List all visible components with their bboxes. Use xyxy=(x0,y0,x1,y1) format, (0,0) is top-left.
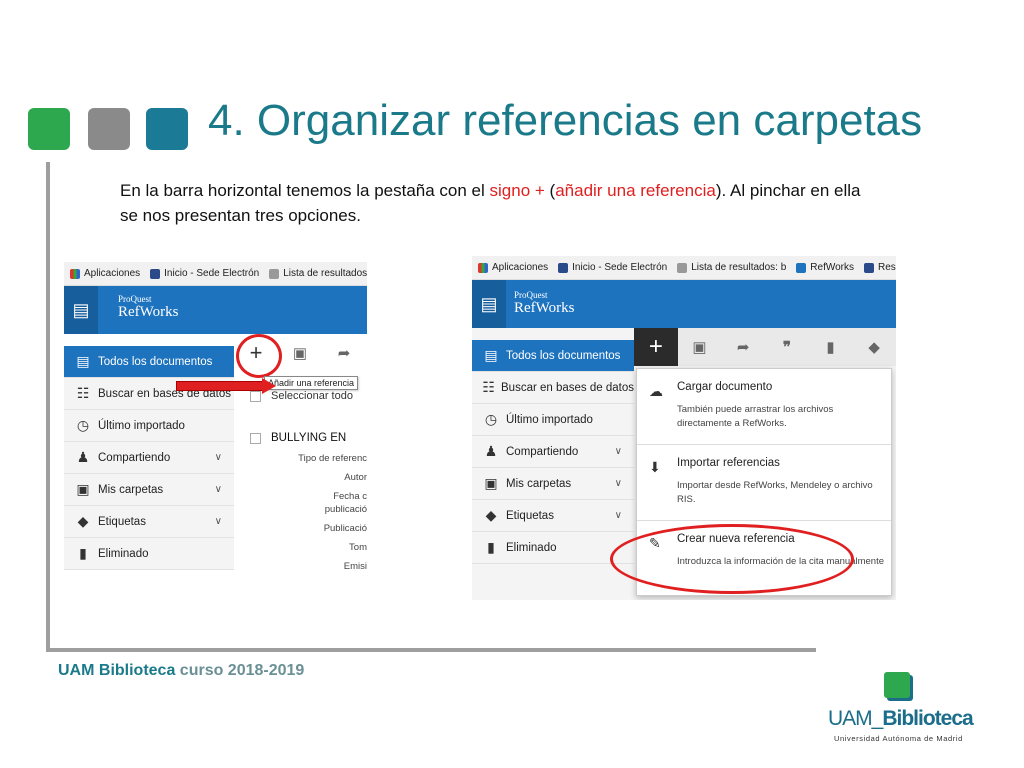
trash-icon: ▮ xyxy=(79,545,87,561)
sidebar-item-carpetas[interactable]: ▣ Mis carpetas ∨ xyxy=(64,474,234,506)
agency-icon xyxy=(558,262,569,273)
teal-square-icon xyxy=(146,108,192,154)
share-icon[interactable]: ➦ xyxy=(322,334,366,372)
users-icon: ♟ xyxy=(484,443,498,459)
trash-icon: ▮ xyxy=(487,539,495,555)
page-icon xyxy=(864,262,874,273)
document-icon[interactable]: ▤ xyxy=(64,286,98,334)
toolbar: + ▣ ➦ ❞ ▮ ◆ xyxy=(634,328,896,366)
highlight-ring xyxy=(236,334,282,378)
sidebar: ▤ Todos los documentos ☷ Buscar en bases d… xyxy=(64,346,234,570)
sidebar: ▤ Todos los documentos ☷ Buscar en bases d… xyxy=(472,340,634,564)
sidebar-item-todos[interactable]: ▤ Todos los documentos xyxy=(472,340,634,372)
sidebar-item-compartiendo[interactable]: ♟ Compartiendo ∨ xyxy=(64,442,234,474)
refworks-icon xyxy=(796,262,807,273)
tag-icon: ◆ xyxy=(77,513,89,529)
uam-logo-icon xyxy=(884,672,910,698)
clock-icon: ◷ xyxy=(484,411,498,427)
add-reference-button[interactable]: + xyxy=(634,328,678,366)
trash-icon[interactable]: ▮ xyxy=(809,328,853,366)
intro-red-add: añadir una referencia xyxy=(555,181,716,200)
folder-icon[interactable]: ▣ xyxy=(278,334,322,372)
sidebar-item-compartiendo[interactable]: ♟ Compartiendo ∨ xyxy=(472,436,634,468)
add-reference-tooltip: Añadir una referencia xyxy=(264,376,359,390)
quote-icon[interactable]: ❞ xyxy=(765,328,809,366)
sidebar-item-carpetas[interactable]: ▣ Mis carpetas ∨ xyxy=(472,468,634,500)
option-importar-referencias[interactable]: ⬇ Importar referencias Importar desde Re… xyxy=(637,445,891,521)
uam-logo-text: UAM_Biblioteca xyxy=(828,707,974,730)
document-icon[interactable]: ▤ xyxy=(472,280,506,328)
refworks-header: ▤ ProQuest RefWorks xyxy=(64,286,367,334)
clock-icon: ◷ xyxy=(76,417,90,433)
bookmark-resultados[interactable]: Lista de resultados xyxy=(269,268,367,279)
refworks-header: ▤ ProQuest RefWorks xyxy=(472,280,896,328)
bookmarks-bar: Aplicaciones Inicio - Sede Electrón List… xyxy=(472,256,896,280)
frame-vertical-line xyxy=(46,162,50,652)
sidebar-item-ultimo[interactable]: ◷ Último importado xyxy=(472,404,634,436)
bookmark-apps[interactable]: Aplicaciones xyxy=(478,262,548,273)
sidebar-item-ultimo[interactable]: ◷ Último importado xyxy=(64,410,234,442)
screenshot-left: Aplicaciones Inicio - Sede Electrón List… xyxy=(64,262,367,570)
bookmark-apps[interactable]: Aplicaciones xyxy=(70,268,140,279)
tag-icon[interactable]: ◆ xyxy=(852,328,896,366)
chevron-down-icon[interactable]: ∨ xyxy=(215,452,222,463)
intro-part2: ( xyxy=(544,181,556,200)
chevron-down-icon[interactable]: ∨ xyxy=(615,510,622,521)
sidebar-item-etiquetas[interactable]: ◆ Etiquetas ∨ xyxy=(472,500,634,532)
refworks-logo[interactable]: ProQuest RefWorks xyxy=(514,290,574,317)
select-all-row[interactable]: Seleccionar todo xyxy=(250,390,353,402)
chevron-down-icon[interactable]: ∨ xyxy=(215,516,222,527)
bookmarks-bar: Aplicaciones Inicio - Sede Electrón List… xyxy=(64,262,367,286)
intro-red-sign: signo + xyxy=(489,181,545,200)
intro-text: En la barra horizontal tenemos la pestañ… xyxy=(120,178,880,228)
users-icon: ♟ xyxy=(76,449,90,465)
reference-checkbox[interactable] xyxy=(250,432,261,444)
sidebar-item-etiquetas[interactable]: ◆ Etiquetas ∨ xyxy=(64,506,234,538)
agency-icon xyxy=(150,268,161,279)
reference-meta: Tipo de referenc Autor Fecha c publicaci… xyxy=(298,453,367,570)
gray-square-icon xyxy=(88,108,134,154)
footer-course: UAM Biblioteca curso 2018-2019 xyxy=(58,662,305,679)
chevron-down-icon[interactable]: ∨ xyxy=(615,446,622,457)
database-icon: ☷ xyxy=(76,385,90,401)
sidebar-item-buscar[interactable]: ☷ Buscar en bases de datos xyxy=(472,372,634,404)
slide-title: 4. Organizar referencias en carpetas xyxy=(208,96,923,145)
green-square-icon xyxy=(28,108,74,154)
download-icon: ⬇ xyxy=(649,459,661,475)
bookmark-resultados[interactable]: Lista de resultados: b xyxy=(677,262,786,273)
folder-icon[interactable]: ▣ xyxy=(678,328,722,366)
chevron-down-icon[interactable]: ∨ xyxy=(215,484,222,495)
select-all-checkbox[interactable] xyxy=(250,390,261,402)
database-icon: ☷ xyxy=(482,379,495,395)
apps-grid-icon xyxy=(478,262,488,273)
sidebar-item-eliminado[interactable]: ▮ Eliminado xyxy=(64,538,234,570)
highlight-ring xyxy=(610,524,854,594)
page-icon xyxy=(269,268,280,279)
cloud-upload-icon: ☁ xyxy=(649,383,663,399)
option-cargar-documento[interactable]: ☁ Cargar documento También puede arrastr… xyxy=(637,369,891,445)
document-icon: ▤ xyxy=(76,353,90,369)
share-icon[interactable]: ➦ xyxy=(721,328,765,366)
frame-horizontal-line xyxy=(46,648,816,652)
intro-part1: En la barra horizontal tenemos la pestañ… xyxy=(120,181,490,200)
bookmark-refworks[interactable]: RefWorks xyxy=(796,262,854,273)
page-icon xyxy=(677,262,688,273)
folder-icon: ▣ xyxy=(484,475,498,491)
bookmark-resu[interactable]: Resu xyxy=(864,262,896,273)
refworks-logo[interactable]: ProQuest RefWorks xyxy=(118,294,178,321)
tag-icon: ◆ xyxy=(485,507,497,523)
folder-icon: ▣ xyxy=(76,481,90,497)
sidebar-item-todos[interactable]: ▤ Todos los documentos xyxy=(64,346,234,378)
document-icon: ▤ xyxy=(484,347,498,363)
bookmark-sede[interactable]: Inicio - Sede Electrón xyxy=(150,268,259,279)
apps-grid-icon xyxy=(70,268,80,279)
reference-row[interactable]: BULLYING EN xyxy=(250,432,346,444)
bookmark-sede[interactable]: Inicio - Sede Electrón xyxy=(558,262,667,273)
chevron-down-icon[interactable]: ∨ xyxy=(615,478,622,489)
uam-logo-subtitle: Universidad Autónoma de Madrid xyxy=(834,734,963,743)
